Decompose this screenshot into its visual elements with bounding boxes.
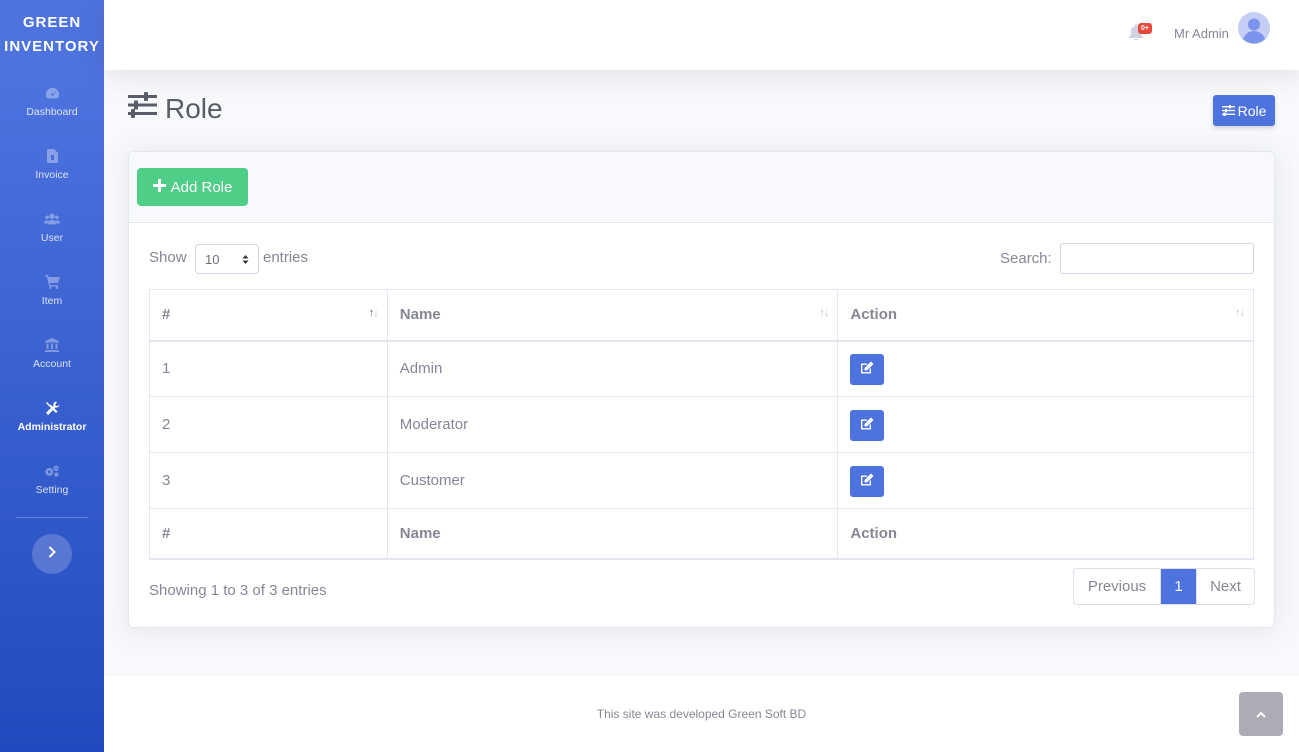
edit-button[interactable] <box>850 466 884 497</box>
role-button-label: Role <box>1238 103 1267 119</box>
add-role-label: Add Role <box>171 179 233 196</box>
sidebar-item-label: Dashboard <box>26 106 77 118</box>
sidebar-item-label: User <box>41 232 63 244</box>
edit-button[interactable] <box>850 410 884 441</box>
tachometer-icon <box>44 85 60 101</box>
column-header-name[interactable]: Name ↑↓ <box>387 290 838 341</box>
edit-icon <box>860 361 874 378</box>
column-header-label: # <box>162 306 170 323</box>
cogs-icon <box>44 463 60 479</box>
sort-arrows-icon <box>242 253 249 268</box>
brand-logo[interactable]: GREEN INVENTORY <box>0 0 104 70</box>
sidebar-item-account[interactable]: Account <box>0 322 104 385</box>
users-icon <box>44 211 60 227</box>
entries-label: entries <box>263 249 308 266</box>
page-title-text: Role <box>165 93 223 125</box>
footer-text: This site was developed Green Soft BD <box>597 707 806 721</box>
sidebar-item-invoice[interactable]: Invoice <box>0 133 104 196</box>
footer-header-action: Action <box>838 509 1254 559</box>
cell-id: 2 <box>150 397 388 453</box>
role-button[interactable]: Role <box>1213 95 1275 126</box>
table-row: 2 Moderator <box>150 397 1254 453</box>
file-invoice-icon <box>44 148 60 164</box>
sidebar: GREEN INVENTORY Dashboard Invoice User I… <box>0 0 104 752</box>
brand-line-2: INVENTORY <box>4 35 100 59</box>
cart-icon <box>44 274 60 290</box>
footer-header-name: Name <box>387 509 838 559</box>
sidebar-divider <box>16 517 88 518</box>
pagination-page-1[interactable]: 1 <box>1161 569 1196 604</box>
cell-action <box>838 453 1254 509</box>
table-footer-row: # Name Action <box>150 509 1254 559</box>
sidebar-item-dashboard[interactable]: Dashboard <box>0 70 104 133</box>
user-name[interactable]: Mr Admin <box>1174 26 1229 41</box>
show-label: Show <box>149 249 187 266</box>
avatar[interactable] <box>1238 12 1270 44</box>
column-header-action[interactable]: Action ↑↓ <box>838 290 1254 341</box>
chevron-right-icon <box>48 545 56 563</box>
column-header-label: Action <box>850 306 897 323</box>
brand-line-1: GREEN <box>23 11 81 35</box>
add-role-button[interactable]: Add Role <box>137 168 248 206</box>
pagination: Previous 1 Next <box>1073 568 1255 605</box>
chevron-up-icon <box>1256 705 1266 723</box>
edit-button[interactable] <box>850 354 884 385</box>
sliders-icon <box>128 92 157 125</box>
column-header-id[interactable]: # ↑↓ <box>150 290 388 341</box>
sort-icon: ↑↓ <box>1235 307 1244 319</box>
sidebar-item-label: Invoice <box>35 169 68 181</box>
sidebar-item-item[interactable]: Item <box>0 259 104 322</box>
tools-icon <box>44 400 60 416</box>
roles-card: Add Role Show 10 entries Search: # ↑↓ Na… <box>128 151 1275 628</box>
page-title: Role <box>128 92 223 125</box>
sidebar-item-label: Item <box>42 295 62 307</box>
edit-icon <box>860 417 874 434</box>
card-header: Add Role <box>129 152 1274 223</box>
cell-action <box>838 397 1254 453</box>
search-input[interactable] <box>1060 243 1254 274</box>
entries-select[interactable]: 10 <box>195 244 259 274</box>
notification-badge: 0+ <box>1138 23 1152 34</box>
sidebar-item-label: Administrator <box>18 421 87 433</box>
cell-name: Customer <box>387 453 838 509</box>
cell-action <box>838 341 1254 397</box>
table-info: Showing 1 to 3 of 3 entries <box>149 582 327 599</box>
footer-header-id: # <box>150 509 388 559</box>
roles-table: # ↑↓ Name ↑↓ Action ↑↓ 1 Admin <box>149 289 1254 560</box>
sliders-icon <box>1222 103 1235 119</box>
cell-name: Moderator <box>387 397 838 453</box>
sort-icon: ↑↓ <box>819 307 828 319</box>
plus-icon <box>153 179 166 196</box>
sort-ascending-icon: ↑↓ <box>369 307 378 319</box>
notification-bell[interactable]: 0+ <box>1129 24 1147 46</box>
topbar: 0+ Mr Admin <box>104 0 1299 70</box>
sidebar-item-label: Setting <box>36 484 69 496</box>
table-row: 3 Customer <box>150 453 1254 509</box>
sidebar-item-label: Account <box>33 358 71 370</box>
entries-value: 10 <box>205 252 219 267</box>
bank-icon <box>44 337 60 353</box>
table-header-row: # ↑↓ Name ↑↓ Action ↑↓ <box>150 290 1254 341</box>
scroll-to-top-button[interactable] <box>1239 692 1283 736</box>
cell-name: Admin <box>387 341 838 397</box>
sidebar-item-setting[interactable]: Setting <box>0 448 104 511</box>
cell-id: 3 <box>150 453 388 509</box>
search-label: Search: <box>1000 250 1052 267</box>
sidebar-item-administrator[interactable]: Administrator <box>0 385 104 448</box>
table-row: 1 Admin <box>150 341 1254 397</box>
column-header-label: Name <box>400 306 441 323</box>
footer: This site was developed Green Soft BD <box>104 676 1299 752</box>
sidebar-toggle-button[interactable] <box>32 534 72 574</box>
cell-id: 1 <box>150 341 388 397</box>
pagination-previous[interactable]: Previous <box>1074 569 1161 604</box>
pagination-next[interactable]: Next <box>1196 569 1254 604</box>
sidebar-item-user[interactable]: User <box>0 196 104 259</box>
edit-icon <box>860 473 874 490</box>
